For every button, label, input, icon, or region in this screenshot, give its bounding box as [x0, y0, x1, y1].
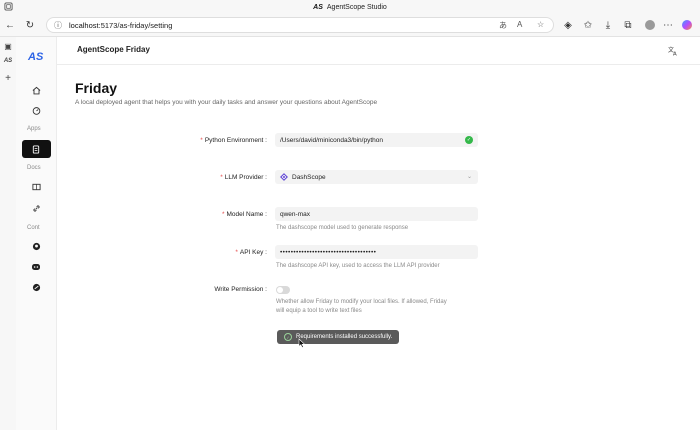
section-docs: Docs — [27, 165, 41, 171]
new-tab-icon[interactable]: + — [3, 73, 13, 84]
svg-text:A: A — [673, 52, 677, 57]
write-permission-label-text: Write Permission — [214, 286, 264, 293]
toggle-knob — [277, 287, 283, 293]
download-icon: ⤓ — [605, 19, 611, 31]
browser-tab-strip: ▣ AS + — [0, 37, 17, 430]
collections-icon: ⧉ — [624, 19, 632, 31]
docs-book-icon[interactable] — [28, 179, 44, 195]
favorites-button[interactable]: ✩ — [581, 18, 595, 32]
toast-message: Requirements installed successfully. — [296, 334, 393, 340]
llm-provider-label-text: LLM Provider — [224, 174, 264, 181]
copilot-button[interactable] — [680, 18, 694, 32]
window-titlebar: AS AgentScope Studio — [0, 0, 700, 14]
favorites-icon: ✩ — [583, 19, 593, 31]
back-button[interactable]: ← — [3, 18, 17, 32]
avatar — [645, 20, 655, 30]
link-icon[interactable] — [28, 200, 44, 216]
llm-provider-select[interactable]: DashScope ⌄ — [275, 170, 478, 184]
api-key-help: The dashscope API key, used to access th… — [276, 263, 440, 269]
community-icon[interactable] — [28, 279, 44, 295]
favorite-star-icon[interactable]: ☆ — [537, 20, 544, 29]
profile-button[interactable] — [643, 18, 657, 32]
url-host: localhost — [69, 20, 99, 30]
app-sidebar: AS Apps Docs Cont — [16, 37, 57, 430]
chevron-down-icon: ⌄ — [466, 174, 472, 180]
address-bar[interactable]: ⓘ localhost:5173/as-friday/setting あ A ☆ — [46, 17, 554, 33]
more-dots-icon: ⋯ — [663, 19, 673, 31]
read-aloud-icon[interactable]: あ — [499, 20, 507, 31]
collections-button[interactable]: ⧉ — [621, 18, 635, 32]
required-marker: * — [220, 174, 223, 181]
site-info-icon[interactable]: ⓘ — [51, 20, 65, 31]
write-permission-help-line1: Whether allow Friday to modify your loca… — [276, 299, 447, 305]
required-marker: * — [221, 211, 225, 218]
write-permission-help-line2: will equip a tool to write text files — [276, 308, 362, 314]
back-arrow-icon: ← — [5, 19, 15, 31]
dashboard-icon[interactable] — [28, 102, 44, 118]
settings-page: Friday A local deployed agent that helps… — [57, 65, 700, 430]
write-permission-toggle[interactable] — [276, 286, 290, 294]
required-marker: * — [200, 137, 203, 144]
llm-provider-label: * LLM Provider : — [220, 174, 267, 181]
downloads-button[interactable]: ⤓ — [601, 18, 615, 32]
section-contact: Cont — [27, 225, 40, 231]
app-logo[interactable]: AS — [28, 51, 43, 63]
model-name-help: The dashscope model used to generate res… — [276, 225, 409, 231]
llm-provider-value: DashScope — [292, 173, 326, 181]
api-key-label: * API Key : — [235, 249, 267, 256]
api-key-value: •••••••••••••••••••••••••••••••••••• — [280, 248, 377, 256]
dashscope-logo-icon — [280, 173, 288, 181]
text-size-icon[interactable]: A — [517, 20, 522, 29]
page-description: A local deployed agent that helps you wi… — [75, 99, 378, 106]
tab-panel-icon[interactable]: ▣ — [3, 41, 13, 51]
section-apps: Apps — [27, 126, 41, 132]
window-title: AgentScope Studio — [326, 3, 387, 11]
copilot-icon — [682, 20, 692, 30]
required-marker: * — [235, 249, 238, 256]
agentscope-tab[interactable]: AS — [3, 56, 13, 66]
model-name-value: qwen-max — [280, 210, 310, 218]
write-permission-label: Write Permission : — [214, 286, 267, 293]
app-header-title: AgentScope Friday — [77, 45, 150, 54]
reload-icon: ↻ — [25, 19, 35, 31]
model-name-label-text: Model Name — [226, 211, 264, 218]
url-path: :5173/as-friday/setting — [98, 20, 173, 30]
language-toggle-icon[interactable]: 文A — [668, 46, 678, 58]
check-success-icon: ✓ — [465, 136, 473, 144]
python-env-input[interactable]: /Users/david/miniconda3/bin/python ✓ — [275, 133, 478, 147]
url-text: localhost:5173/as-friday/setting — [69, 21, 172, 30]
mouse-pointer-icon — [298, 338, 306, 348]
extension-icon: ◈ — [564, 19, 572, 31]
check-circle-icon: ✓ — [284, 333, 292, 341]
app-header: AgentScope Friday 文A — [57, 37, 700, 65]
api-key-input[interactable]: •••••••••••••••••••••••••••••••••••• — [275, 245, 478, 259]
discord-icon[interactable] — [28, 259, 44, 275]
python-env-label-text: Python Environment — [204, 137, 264, 144]
model-name-label: * Model Name : — [221, 211, 267, 218]
python-env-value: /Users/david/miniconda3/bin/python — [280, 136, 383, 144]
success-toast: ✓ Requirements installed successfully. — [277, 330, 399, 344]
reload-button[interactable]: ↻ — [23, 18, 37, 32]
model-name-input[interactable]: qwen-max — [275, 207, 478, 221]
friday-app-icon[interactable] — [28, 141, 44, 157]
github-icon[interactable] — [28, 238, 44, 254]
api-key-label-text: API Key — [239, 249, 264, 256]
browser-toolbar: ← ↻ ⓘ localhost:5173/as-friday/setting あ… — [0, 14, 700, 37]
extension-button[interactable]: ◈ — [561, 18, 575, 32]
window-logo: AS — [313, 3, 323, 11]
write-permission-help: Whether allow Friday to modify your loca… — [276, 298, 447, 316]
page-title: Friday — [75, 80, 118, 96]
tab-actions-icon[interactable] — [4, 2, 13, 11]
home-icon[interactable] — [28, 82, 44, 98]
more-button[interactable]: ⋯ — [661, 18, 675, 32]
python-env-label: * Python Environment : — [200, 137, 267, 144]
